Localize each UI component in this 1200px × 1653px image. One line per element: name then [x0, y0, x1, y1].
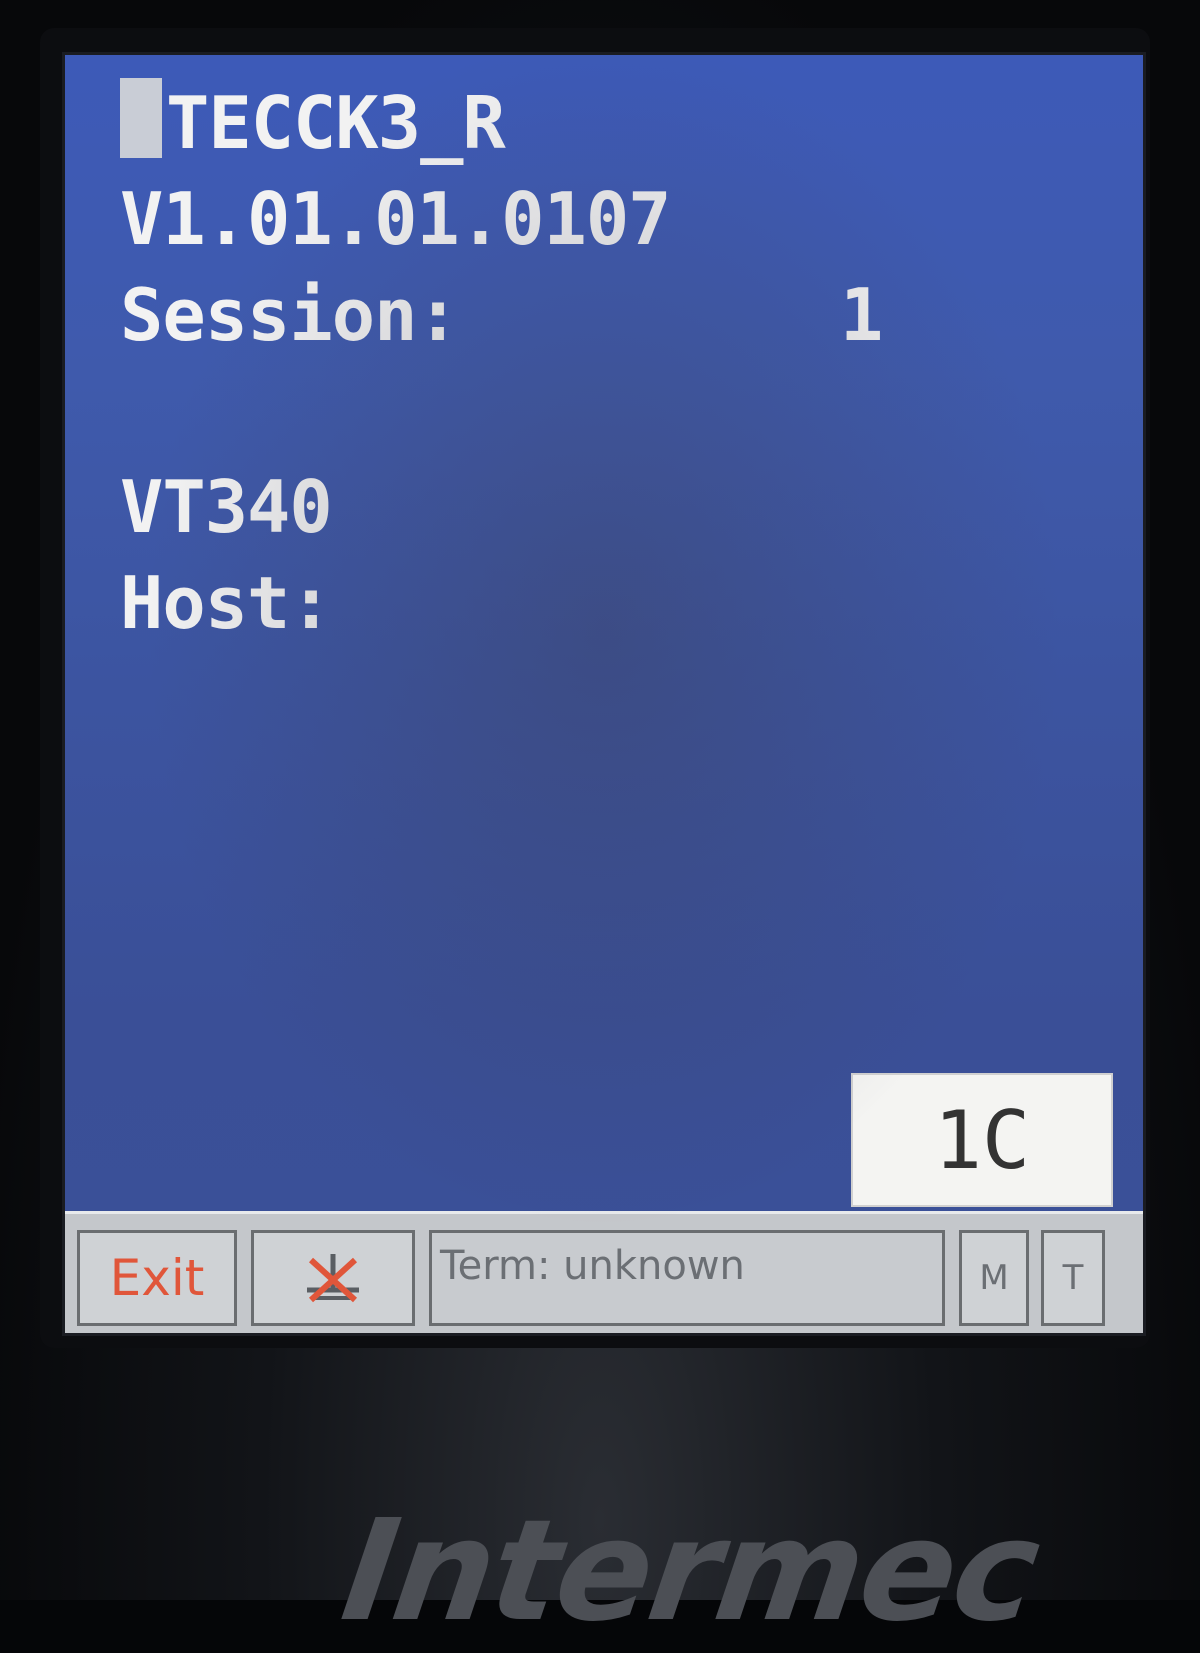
- exit-button[interactable]: Exit: [77, 1230, 237, 1326]
- terminal-text-area[interactable]: TECCK3_R V1.01.01.0107 Session: 1 VT340 H…: [120, 75, 1120, 651]
- emulation-text: VT340: [120, 465, 333, 549]
- app-name: TECCK3_R: [166, 81, 506, 165]
- terminal-row-blank: [120, 363, 1120, 459]
- terminal-row-emulation: VT340: [120, 459, 1120, 555]
- device-body: TECCK3_R V1.01.01.0107 Session: 1 VT340 H…: [0, 0, 1200, 1653]
- taskbar: Exit Term: unknown M T: [65, 1211, 1143, 1333]
- status-icon-button[interactable]: [251, 1230, 415, 1326]
- brand-logo: Intermec: [333, 1490, 1047, 1653]
- session-value: 1: [840, 273, 883, 357]
- terminal-row-session: Session: 1: [120, 267, 1120, 363]
- host-label: Host:: [120, 561, 333, 645]
- terminal-row-version: V1.01.01.0107: [120, 171, 1120, 267]
- text-cursor: [120, 78, 162, 158]
- version-text: V1.01.01.0107: [120, 177, 672, 261]
- terminal-status-field: Term: unknown: [429, 1230, 945, 1326]
- terminal-row-host: Host:: [120, 555, 1120, 651]
- t-button[interactable]: T: [1041, 1230, 1105, 1326]
- session-label: Session:: [120, 273, 460, 357]
- no-signal-icon: [293, 1246, 373, 1310]
- m-button[interactable]: M: [959, 1230, 1029, 1326]
- session-badge: 1C: [851, 1073, 1113, 1207]
- terminal-row-app-name: TECCK3_R: [120, 75, 1120, 171]
- terminal-screen[interactable]: TECCK3_R V1.01.01.0107 Session: 1 VT340 H…: [62, 52, 1146, 1336]
